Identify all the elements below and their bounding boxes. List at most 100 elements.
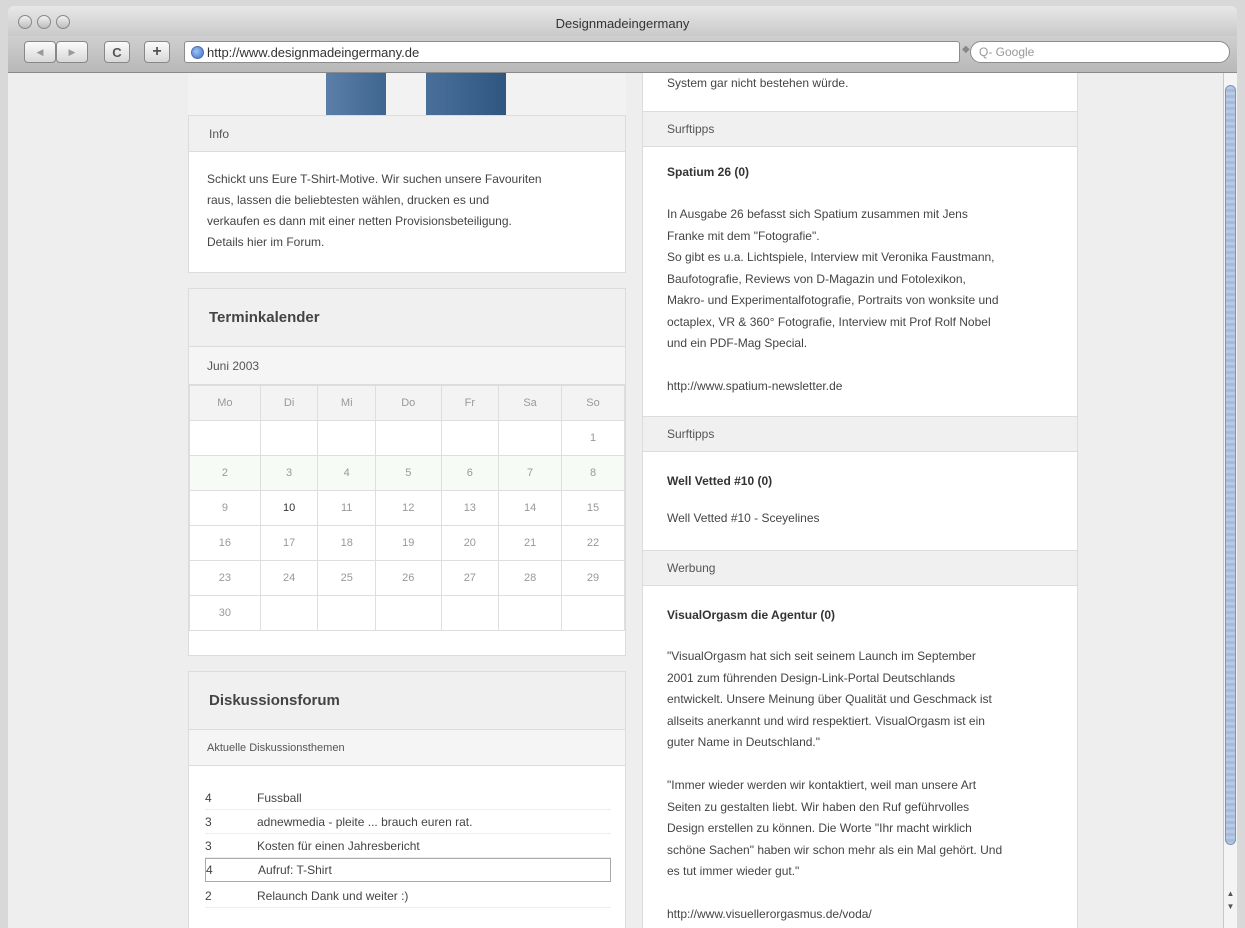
article-line: es tut immer wieder gut." <box>667 864 800 878</box>
weekday-header: Mi <box>317 385 377 421</box>
calendar-day[interactable] <box>317 420 377 456</box>
calendar-day[interactable]: 3 <box>259 455 319 491</box>
calendar-day[interactable]: 14 <box>498 490 563 526</box>
topic-title[interactable]: Relaunch Dank und weiter :) <box>257 889 408 903</box>
calendar-day[interactable]: 17 <box>259 525 319 561</box>
calendar-day[interactable]: 16 <box>189 525 261 561</box>
scrollbar-thumb[interactable] <box>1225 85 1236 845</box>
calendar-day[interactable]: 13 <box>440 490 500 526</box>
calendar-day[interactable] <box>498 420 563 456</box>
calendar-day[interactable]: 7 <box>498 455 563 491</box>
weekday-header: So <box>561 385 625 421</box>
calendar-day[interactable]: 4 <box>317 455 377 491</box>
article-link[interactable]: http://www.spatium-newsletter.de <box>667 376 1067 398</box>
section-label: Surftipps <box>642 416 1078 452</box>
calendar-day[interactable]: 24 <box>259 560 319 596</box>
calendar-day[interactable]: 11 <box>317 490 377 526</box>
calendar-day[interactable] <box>259 420 319 456</box>
calendar-day[interactable]: 27 <box>440 560 500 596</box>
article-line: entwickelt. Unsere Meinung über Qualität… <box>667 692 992 706</box>
calendar-day[interactable]: 8 <box>561 455 625 491</box>
calendar-day[interactable]: 28 <box>498 560 563 596</box>
topic-title[interactable]: Fussball <box>257 791 302 805</box>
calendar-title: Terminkalender <box>209 309 320 326</box>
calendar-day[interactable] <box>440 595 500 631</box>
article-line: allseits anerkannt und wird respektiert.… <box>667 713 985 728</box>
info-heading: Info <box>189 116 625 152</box>
article-line <box>667 883 1067 905</box>
forum-topic-row[interactable]: 2 Relaunch Dank und weiter :) <box>205 884 611 908</box>
article-line: schöne Sachen" haben wir schon mehr als … <box>667 842 1003 857</box>
hero-jeans-left <box>326 73 386 115</box>
calendar-day[interactable]: 25 <box>317 560 377 596</box>
calendar-day[interactable] <box>189 420 261 456</box>
calendar-day[interactable] <box>317 595 377 631</box>
scroll-down-arrow-icon[interactable]: ▼ <box>1224 901 1237 913</box>
forum-topic-row-selected[interactable]: 4 Aufruf: T-Shirt <box>205 858 611 882</box>
article-line: 2001 zum führenden Design-Link-Portal De… <box>667 670 956 685</box>
calendar-day[interactable]: 5 <box>375 455 442 491</box>
reload-button[interactable]: C <box>104 41 130 63</box>
calendar-box: Terminkalender Juni 2003 Mo Di Mi Do Fr … <box>188 288 626 656</box>
calendar-day[interactable]: 20 <box>440 525 500 561</box>
search-placeholder: Q- Google <box>979 45 1035 59</box>
vertical-scrollbar[interactable]: ▲ ▼ <box>1223 73 1237 928</box>
back-button[interactable]: ◀ <box>24 41 56 63</box>
article-line: Baufotografie, Reviews von D-Magazin und… <box>667 271 966 286</box>
topic-count: 3 <box>205 838 212 853</box>
calendar-day[interactable]: 9 <box>189 490 261 526</box>
calendar-day[interactable] <box>375 420 442 456</box>
weekday-header: Sa <box>498 385 563 421</box>
globe-icon <box>191 45 204 59</box>
article-line: "VisualOrgasm hat sich seit seinem Launc… <box>667 649 976 663</box>
forward-arrow-icon: ▶ <box>68 46 76 57</box>
forum-topic-row[interactable]: 3 Kosten für einen Jahresbericht <box>205 834 611 858</box>
calendar-day[interactable] <box>259 595 319 631</box>
calendar-day[interactable] <box>440 420 500 456</box>
article-link[interactable]: http://www.visuellerorgasmus.de/voda/ <box>667 904 1067 926</box>
info-text: Schickt uns Eure T-Shirt-Motive. Wir suc… <box>207 169 617 253</box>
forum-topic-row[interactable]: 3 adnewmedia - pleite ... brauch euren r… <box>205 810 611 834</box>
calendar-day[interactable]: 2 <box>189 455 261 491</box>
topic-count: 4 <box>206 863 213 877</box>
article-well-vetted: Well Vetted #10 (0) Well Vetted #10 - Sc… <box>642 452 1078 550</box>
calendar-day[interactable]: 1 <box>561 420 625 456</box>
snapback-icon[interactable]: ◆ <box>962 44 970 55</box>
topic-title[interactable]: Aufruf: T-Shirt <box>258 863 332 877</box>
calendar-day[interactable] <box>561 595 625 631</box>
article-line: So gibt es u.a. Lichtspiele, Interview m… <box>667 250 995 264</box>
calendar-day[interactable]: 12 <box>375 490 442 526</box>
search-field[interactable]: Q- Google <box>970 41 1230 63</box>
calendar-day[interactable]: 26 <box>375 560 442 596</box>
calendar-day-today[interactable]: 10 <box>259 490 319 526</box>
article-line: Well Vetted #10 - Sceyelines <box>667 511 820 525</box>
forum-box: Diskussionsforum Aktuelle Diskussionsthe… <box>188 671 626 928</box>
forum-topic-row[interactable]: 4 Fussball <box>205 786 611 810</box>
calendar-day[interactable] <box>375 595 442 631</box>
calendar-day[interactable]: 15 <box>561 490 625 526</box>
calendar-day[interactable]: 21 <box>498 525 563 561</box>
weekday-header: Do <box>375 385 442 421</box>
article-title[interactable]: Spatium 26 (0) <box>667 165 749 179</box>
calendar-day[interactable]: 29 <box>561 560 625 596</box>
window-title: Designmadeingermany <box>555 16 690 31</box>
address-bar[interactable]: http://www.designmadeingermany.de <box>184 41 960 63</box>
calendar-day[interactable]: 30 <box>189 595 261 631</box>
calendar-day[interactable]: 23 <box>189 560 261 596</box>
article-title[interactable]: VisualOrgasm die Agentur (0) <box>667 608 835 622</box>
add-bookmark-button[interactable]: + <box>144 41 170 63</box>
calendar-day[interactable] <box>498 595 563 631</box>
topic-title[interactable]: Kosten für einen Jahresbericht <box>257 839 420 853</box>
forward-button[interactable]: ▶ <box>56 41 88 63</box>
back-arrow-icon: ◀ <box>36 46 44 57</box>
plus-icon: + <box>152 43 162 60</box>
topic-title[interactable]: adnewmedia - pleite ... brauch euren rat… <box>257 815 472 829</box>
article-title[interactable]: Well Vetted #10 (0) <box>667 474 772 488</box>
hero-image <box>188 73 626 115</box>
calendar-day[interactable]: 6 <box>440 455 500 491</box>
calendar-day[interactable]: 22 <box>561 525 625 561</box>
scroll-up-arrow-icon[interactable]: ▲ <box>1224 888 1237 900</box>
topic-count: 3 <box>205 814 212 829</box>
calendar-day[interactable]: 18 <box>317 525 377 561</box>
calendar-day[interactable]: 19 <box>375 525 442 561</box>
